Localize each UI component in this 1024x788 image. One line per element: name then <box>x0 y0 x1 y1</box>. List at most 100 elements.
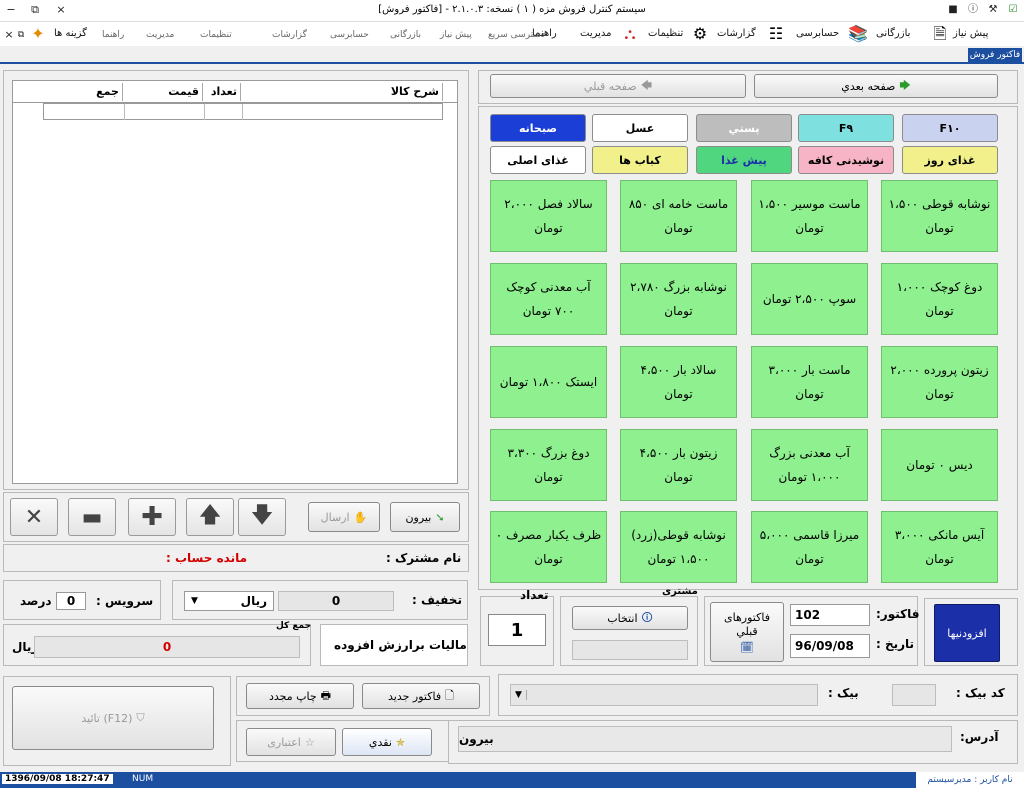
invoice-number-field[interactable]: 102 <box>790 604 870 626</box>
menu-item[interactable]: سالاد بار ۴،۵۰۰ تومان <box>620 346 737 418</box>
cash-button[interactable]: نقدي ✯ <box>342 728 432 756</box>
status-user: نام کاربر : مدیرسیستم <box>916 772 1024 788</box>
gift-icon: ✦ <box>31 24 45 43</box>
column-header-description[interactable]: شرح کالا <box>241 83 443 101</box>
menu-item[interactable]: آب معدنی کوچک ۷۰۰ تومان <box>490 263 607 335</box>
status-datetime: 1396/09/08 18:27:47 <box>2 774 113 784</box>
menu-item[interactable]: دوغ بزرگ ۳،۳۰۰ تومان <box>490 429 607 501</box>
category-breakfast[interactable]: صبحانه <box>490 114 586 142</box>
bank-code-input[interactable] <box>892 684 936 706</box>
quick-management[interactable]: مدیریت <box>146 30 174 40</box>
confirm-button[interactable]: تائید (F12) ⛉ <box>12 686 214 750</box>
menu-item[interactable]: سالاد فصل ۲،۰۰۰ تومان <box>490 180 607 252</box>
menu-item[interactable]: نوشابه قوطی ۱،۵۰۰ تومان <box>881 180 998 252</box>
quick-help[interactable]: راهنما <box>102 30 124 40</box>
menu-settings[interactable]: تنظیمات <box>648 28 683 39</box>
category-kebabs[interactable]: کباب ها <box>592 146 688 174</box>
menu-item[interactable]: میرزا قاسمی ۵،۰۰۰ تومان <box>751 511 868 583</box>
address-input[interactable]: بیرون <box>458 726 952 752</box>
menu-item[interactable]: آیس مانکی ۳،۰۰۰ تومان <box>881 511 998 583</box>
check-box-icon[interactable]: ☑ <box>1006 3 1020 17</box>
layers-icon[interactable]: ■ <box>946 3 960 17</box>
previous-invoices-button[interactable]: فاکتورهای قبلي 🗓 <box>710 602 784 662</box>
menu-reports[interactable]: گزارشات <box>717 28 756 39</box>
move-up-button[interactable]: 🡅 <box>186 498 234 536</box>
quick-audit[interactable]: حسابرسی <box>330 30 369 40</box>
quick-access-label[interactable]: دسترسی سریع <box>488 30 545 40</box>
menu-item[interactable]: دوغ کوچک ۱،۰۰۰ تومان <box>881 263 998 335</box>
send-button[interactable]: ارسال ✋ <box>308 502 380 532</box>
quick-settings[interactable]: تنظیمات <box>200 30 232 40</box>
tab-sales-invoice[interactable]: فاکتور فروش <box>968 48 1022 62</box>
move-down-button[interactable]: 🡇 <box>238 498 286 536</box>
quick-commerce[interactable]: بازرگانی <box>390 30 421 40</box>
info-icon[interactable]: ⓘ <box>966 3 980 17</box>
menu-item[interactable]: دیس ۰ تومان <box>881 429 998 501</box>
menu-item[interactable]: زیتون بار ۴،۵۰۰ تومان <box>620 429 737 501</box>
menu-item[interactable]: زیتون پرورده ۲،۰۰۰ تومان <box>881 346 998 418</box>
cash-label: نقدي <box>368 735 392 749</box>
customer-field[interactable] <box>572 640 688 660</box>
address-label: آدرس: <box>960 730 999 744</box>
menu-item[interactable]: نوشابه قوطی(زرد) ۱،۵۰۰ تومان <box>620 511 737 583</box>
increase-button[interactable]: ✚ <box>128 498 176 536</box>
category-honey[interactable]: عسل <box>592 114 688 142</box>
menu-item[interactable]: ماست بار ۳،۰۰۰ تومان <box>751 346 868 418</box>
category-daily-food[interactable]: غذای روز <box>902 146 998 174</box>
menu-item[interactable]: ظرف یکبار مصرف ۰ تومان <box>490 511 607 583</box>
menu-management[interactable]: مدیریت <box>580 28 612 39</box>
tools-icon[interactable]: ⚒ <box>986 3 1000 17</box>
grand-total-label: جمع کل <box>276 621 312 631</box>
discount-currency-select[interactable]: ▼ ریال <box>184 591 274 611</box>
discount-currency: ریال <box>240 594 267 608</box>
calendar-icon: 🗓 <box>740 640 754 654</box>
previous-page-button[interactable]: صفحه قبلي 🡄 <box>490 74 746 98</box>
category-postal[interactable]: پستي <box>696 114 792 142</box>
service-percent-input[interactable]: 0 <box>56 592 86 610</box>
menu-item[interactable]: نوشابه بزرگ ۲،۷۸۰ تومان <box>620 263 737 335</box>
next-page-button[interactable]: صفحه بعدي 🡆 <box>754 74 998 98</box>
category-main-course[interactable]: غذای اصلی <box>490 146 586 174</box>
mdi-restore-icon[interactable]: ⧉ <box>14 28 28 42</box>
credit-button[interactable]: اعتباری ☆ <box>246 728 336 756</box>
credit-label: اعتباری <box>267 735 301 749</box>
grand-total-value: 0 <box>34 636 300 658</box>
category-cafe-drinks[interactable]: نوشیدنی کافه <box>798 146 894 174</box>
delete-button[interactable]: ✕ <box>10 498 58 536</box>
previous-invoices-label: فاکتورهای قبلي <box>724 610 770 638</box>
invoice-date-label: تاریخ : <box>876 637 915 651</box>
category-appetizer[interactable]: پیش غذا <box>696 146 792 174</box>
discount-amount-input[interactable]: 0 <box>278 591 394 611</box>
menu-item[interactable]: ماست موسیر ۱،۵۰۰ تومان <box>751 180 868 252</box>
star-icon: ✯ <box>395 735 406 749</box>
menu-item[interactable]: آب معدنی بزرگ ۱،۰۰۰ تومان <box>751 429 868 501</box>
invoice-date-field[interactable]: 96/09/08 <box>790 634 870 658</box>
bank-select[interactable]: ▼ <box>510 684 818 706</box>
menu-commerce[interactable]: بازرگانی <box>876 28 910 39</box>
new-invoice-button[interactable]: فاکتور جدید 🗋 <box>362 683 480 709</box>
reprint-button[interactable]: چاپ مجدد 🖶 <box>246 683 354 709</box>
quick-prerequisites[interactable]: پیش نیاز <box>440 30 472 40</box>
decrease-button[interactable]: ▬ <box>68 498 116 536</box>
menu-prerequisites[interactable]: پیش نیاز <box>953 28 988 39</box>
category-f9[interactable]: F۹ <box>798 114 894 142</box>
addons-button[interactable]: افزودنیها <box>934 604 1000 662</box>
quantity-input[interactable]: 1 <box>488 614 546 646</box>
invoice-grid[interactable]: جمع قیمت تعداد شرح کالا <box>12 80 458 484</box>
category-f10[interactable]: F۱۰ <box>902 114 998 142</box>
column-header-quantity[interactable]: تعداد <box>203 83 241 101</box>
column-header-total[interactable]: جمع <box>43 83 123 101</box>
menu-item[interactable]: سوپ ۲،۵۰۰ تومان <box>751 263 868 335</box>
menu-item[interactable]: ایستک ۱،۸۰۰ تومان <box>490 346 607 418</box>
outside-button[interactable]: بیرون ➘ <box>390 502 460 532</box>
select-customer-button[interactable]: انتخاب 🛈 <box>572 606 688 630</box>
menu-audit[interactable]: حسابرسی <box>796 28 839 39</box>
menu-options[interactable]: گزینه ها <box>54 28 87 39</box>
menu-item[interactable]: ماست خامه ای ۸۵۰ تومان <box>620 180 737 252</box>
shield-icon: ⛉ <box>136 711 145 724</box>
table-row[interactable] <box>43 103 443 120</box>
account-balance-label: مانده حساب : <box>166 551 248 565</box>
quick-reports[interactable]: گزارشات <box>272 30 307 40</box>
invoice-number-label: فاکتور: <box>876 607 920 621</box>
column-header-price[interactable]: قیمت <box>123 83 203 101</box>
